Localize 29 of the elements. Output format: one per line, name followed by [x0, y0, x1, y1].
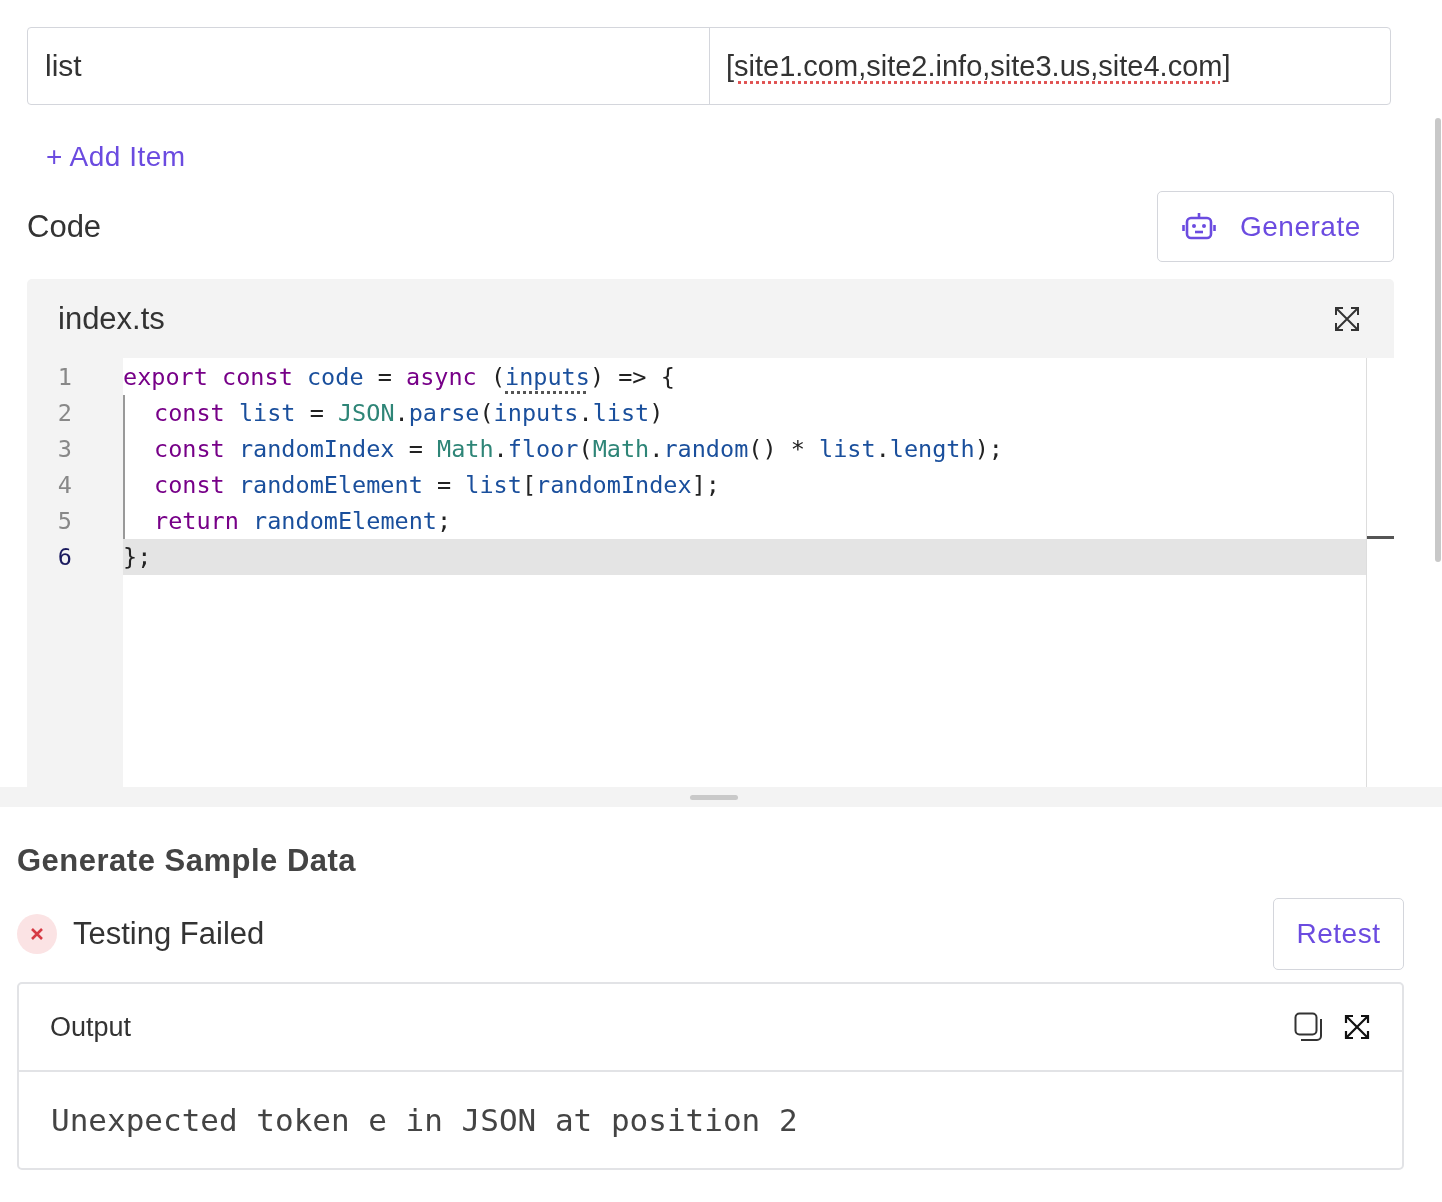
generate-button[interactable]: Generate	[1157, 191, 1394, 262]
expand-icon[interactable]	[1344, 1014, 1370, 1040]
status-text: Testing Failed	[73, 916, 265, 952]
panel-title: Output	[50, 1011, 132, 1043]
retest-button[interactable]: Retest	[1273, 898, 1404, 970]
output-text: Unexpected token e in JSON at position 2	[51, 1102, 798, 1138]
line-number: 2	[56, 398, 73, 429]
expand-icon[interactable]	[1334, 305, 1360, 332]
section-title: Code	[27, 208, 102, 245]
line-number: 4	[56, 470, 73, 501]
robot-icon	[1182, 211, 1216, 242]
line-number: 3	[56, 434, 73, 465]
code-line: const list = JSON.parse(inputs.list)	[123, 395, 1366, 431]
scrollbar[interactable]	[1435, 118, 1441, 562]
line-number: 1	[56, 362, 73, 393]
code-editor[interactable]	[27, 358, 1394, 787]
line-number: 6	[56, 542, 73, 573]
section-title: Generate Sample Data	[17, 843, 358, 879]
copy-icon[interactable]	[1294, 1012, 1324, 1042]
code-line: const randomElement = list[randomIndex];	[123, 467, 1366, 503]
code-line: export const code = async (inputs) => {	[123, 362, 676, 393]
drag-handle[interactable]	[690, 794, 738, 800]
file-tab[interactable]: index.ts	[58, 300, 165, 337]
code-line: const randomIndex = Math.floor(Math.random() * list.length);	[123, 431, 1366, 467]
line-number: 5	[56, 506, 73, 537]
value-input[interactable]: [site1.com,site2.info,site3.us,site4.com]	[710, 28, 1231, 104]
key-value-field[interactable]: list [site1.com,site2.info,site3.us,site4.com]	[27, 27, 1391, 105]
key-input[interactable]: list	[28, 28, 710, 104]
add-item-link[interactable]: + Add Item	[46, 141, 186, 173]
